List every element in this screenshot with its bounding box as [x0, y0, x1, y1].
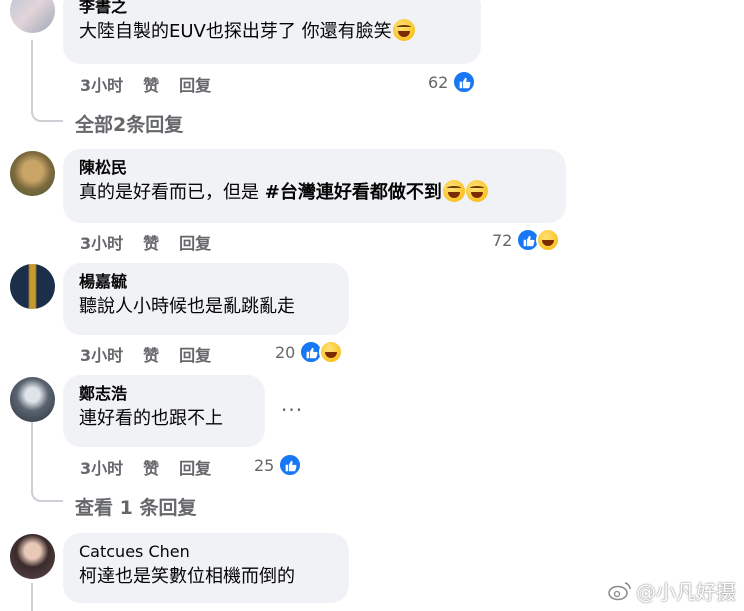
reply-button[interactable]: 回复	[179, 76, 211, 95]
comment-text: 大陸自製的EUV也探出芽了 你還有臉笑	[79, 19, 465, 45]
haha-icon	[319, 340, 344, 364]
more-options-button[interactable]: ···	[281, 398, 303, 422]
comment-time[interactable]: 3小时	[80, 459, 123, 478]
reaction-summary[interactable]: 20	[275, 339, 344, 365]
reaction-summary[interactable]: 25	[254, 452, 303, 478]
like-button[interactable]: 赞	[143, 346, 159, 365]
view-replies-link[interactable]: 查看 1 条回复	[75, 493, 196, 520]
thread-line	[31, 422, 33, 492]
like-icon	[452, 70, 477, 94]
comment-text-content: 真的是好看而已，但是	[79, 182, 265, 203]
avatar[interactable]	[10, 0, 55, 33]
comment-actions: 3小时 赞 回复	[80, 230, 231, 254]
reaction-summary[interactable]: 72	[492, 227, 561, 253]
laughing-emoji-icon	[465, 180, 488, 202]
comment-text: 連好看的也跟不上	[79, 408, 223, 429]
comment-bubble: 楊嘉毓 聽說人小時候也是亂跳亂走	[63, 263, 349, 335]
laughing-emoji-icon	[392, 19, 415, 41]
comment-author[interactable]: 楊嘉毓	[79, 272, 333, 292]
comment-time[interactable]: 3小时	[80, 234, 123, 253]
thread-line	[31, 583, 33, 611]
haha-icon	[536, 228, 561, 252]
comment-time[interactable]: 3小时	[80, 76, 123, 95]
comment-time[interactable]: 3小时	[80, 346, 123, 365]
comment-text: 柯達也是笑數位相機而倒的	[79, 566, 295, 587]
avatar[interactable]	[10, 264, 55, 309]
comment-author[interactable]: 李書之	[79, 0, 465, 17]
comment-bubble: 陳松民 真的是好看而已，但是 #台灣連好看都做不到	[63, 149, 566, 223]
watermark-text: @小凡好摄	[636, 580, 736, 604]
comment-bubble: 李書之 大陸自製的EUV也探出芽了 你還有臉笑	[63, 0, 481, 64]
reaction-count: 72	[492, 230, 513, 250]
view-replies-link[interactable]: 全部2条回复	[75, 110, 183, 137]
laughing-emoji-icon	[442, 180, 465, 202]
comment-bubble: Catcues Chen 柯達也是笑數位相機而倒的	[63, 533, 349, 603]
thread-line-curve	[31, 490, 63, 502]
reply-button[interactable]: 回复	[179, 234, 211, 253]
comment-text: 聽說人小時候也是亂跳亂走	[79, 296, 295, 317]
comment-text-content: 大陸自製的EUV也探出芽了 你還有臉笑	[79, 21, 392, 42]
like-button[interactable]: 赞	[143, 459, 159, 478]
reaction-count: 25	[254, 455, 275, 475]
reply-button[interactable]: 回复	[179, 459, 211, 478]
hashtag-link[interactable]: #台灣連好看都做不到	[265, 182, 442, 203]
like-icon	[278, 453, 303, 477]
avatar[interactable]	[10, 534, 55, 579]
comment-bubble: 鄭志浩 連好看的也跟不上	[63, 375, 265, 447]
reaction-summary[interactable]: 62	[428, 69, 477, 95]
comment-actions: 3小时 赞 回复	[80, 342, 231, 366]
like-button[interactable]: 赞	[143, 76, 159, 95]
thread-line-curve	[31, 110, 63, 122]
comment-actions: 3小时 赞 回复	[80, 455, 231, 479]
watermark: @小凡好摄	[608, 576, 736, 605]
comment-text: 真的是好看而已，但是 #台灣連好看都做不到	[79, 180, 550, 206]
avatar[interactable]	[10, 151, 55, 196]
comment-author[interactable]: Catcues Chen	[79, 542, 333, 562]
avatar[interactable]	[10, 377, 55, 422]
reaction-count: 20	[275, 342, 296, 362]
comment-author[interactable]: 陳松民	[79, 158, 550, 178]
comment-author[interactable]: 鄭志浩	[79, 384, 249, 404]
like-button[interactable]: 赞	[143, 234, 159, 253]
thread-line	[31, 40, 33, 112]
comment-actions: 3小时 赞 回复	[80, 72, 231, 96]
reaction-count: 62	[428, 72, 449, 92]
weibo-logo-icon	[608, 581, 631, 600]
reply-button[interactable]: 回复	[179, 346, 211, 365]
